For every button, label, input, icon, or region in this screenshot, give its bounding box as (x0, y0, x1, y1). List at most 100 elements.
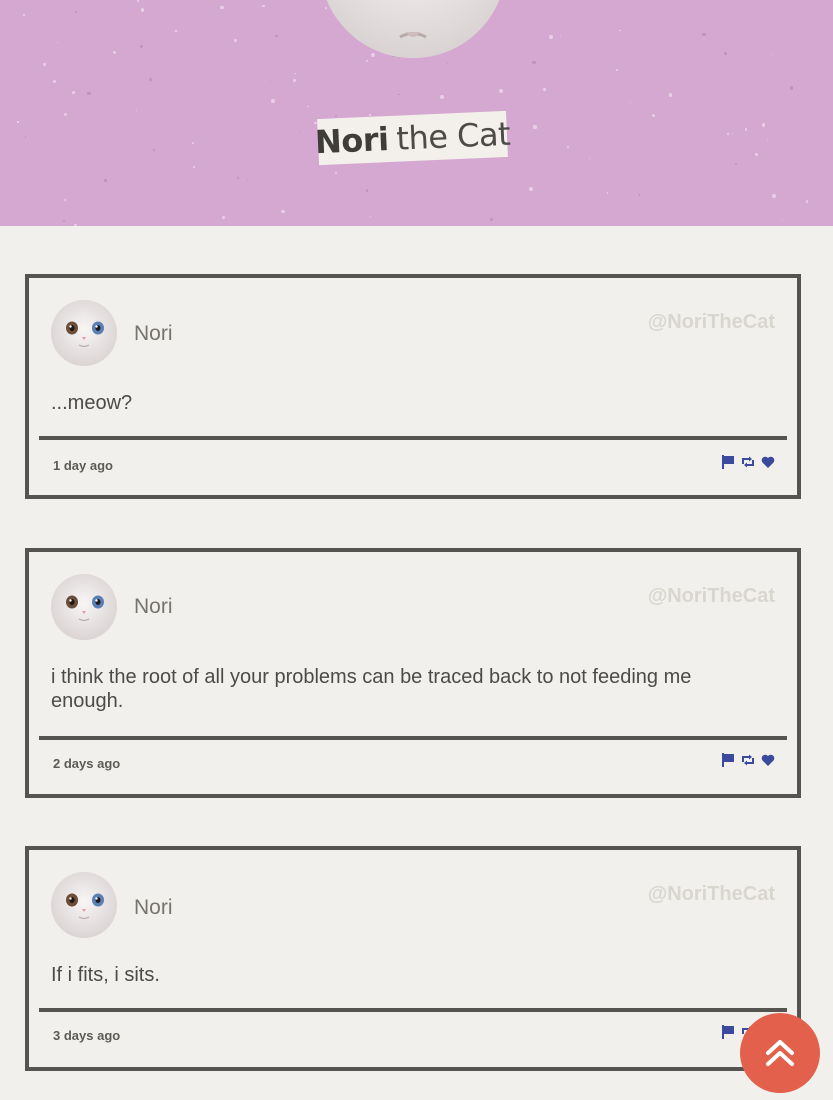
post-card: Nori @NoriTheCat ...meow? 1 day ago (25, 274, 801, 499)
texture-speck (75, 10, 78, 14)
texture-speck (334, 115, 337, 117)
texture-speck (762, 123, 766, 127)
post-timestamp: 3 days ago (53, 1028, 121, 1043)
profile-header: Nori the Cat (0, 0, 833, 226)
title-bold: Nori (314, 120, 390, 162)
texture-speck (17, 121, 19, 123)
texture-speck (153, 148, 156, 151)
texture-speck (782, 219, 784, 221)
texture-speck (499, 89, 503, 94)
texture-speck (246, 178, 249, 181)
texture-speck (398, 93, 400, 96)
texture-speck (43, 63, 46, 66)
texture-speck (789, 86, 794, 91)
texture-speck (191, 141, 194, 145)
texture-speck (365, 189, 369, 192)
texture-speck (293, 72, 296, 75)
post-author-handle[interactable]: @NoriTheCat (648, 311, 775, 334)
texture-speck (606, 192, 609, 194)
back-to-top-button[interactable] (740, 1013, 820, 1093)
texture-speck (135, 109, 138, 111)
texture-speck (629, 102, 631, 104)
post-actions (721, 753, 775, 767)
texture-speck (64, 199, 67, 202)
texture-speck (805, 200, 808, 203)
texture-speck (559, 35, 562, 38)
texture-speck (236, 176, 240, 179)
post-author-name[interactable]: Nori (134, 595, 173, 619)
post-author-handle[interactable]: @NoriTheCat (648, 585, 775, 608)
flag-icon[interactable] (721, 1025, 735, 1039)
texture-speck (307, 105, 309, 107)
post-text: i think the root of all your problems ca… (51, 666, 692, 712)
texture-speck (275, 34, 278, 38)
texture-speck (748, 149, 751, 151)
texture-speck (334, 171, 338, 175)
texture-speck (140, 8, 144, 12)
texture-speck (766, 139, 769, 142)
avatar[interactable] (51, 872, 117, 938)
texture-speck (281, 210, 285, 214)
texture-speck (532, 60, 536, 64)
texture-speck (744, 128, 748, 131)
texture-speck (668, 93, 673, 97)
flag-icon[interactable] (721, 753, 735, 767)
texture-speck (113, 50, 117, 54)
texture-speck (193, 165, 196, 168)
texture-speck (618, 29, 621, 32)
texture-speck (567, 146, 570, 149)
retweet-icon[interactable] (741, 753, 755, 767)
heart-icon[interactable] (761, 455, 775, 469)
post-divider (39, 1008, 787, 1012)
texture-speck (651, 113, 655, 117)
texture-speck (24, 135, 27, 138)
post-author-name[interactable]: Nori (134, 322, 173, 346)
texture-speck (270, 99, 275, 103)
retweet-icon[interactable] (741, 455, 755, 469)
cat-face-image (320, 0, 506, 58)
texture-speck (62, 219, 66, 223)
texture-speck (140, 45, 144, 49)
texture-speck (533, 125, 537, 129)
post-author-name[interactable]: Nori (134, 896, 173, 920)
texture-speck (447, 63, 449, 65)
texture-speck (529, 187, 534, 192)
texture-speck (175, 30, 177, 32)
texture-speck (732, 133, 734, 135)
texture-speck (543, 88, 547, 92)
texture-speck (74, 223, 77, 226)
avatar[interactable] (51, 574, 117, 640)
texture-speck (299, 132, 301, 134)
texture-speck (365, 59, 369, 63)
heart-icon[interactable] (761, 753, 775, 767)
texture-speck (370, 215, 372, 218)
post-divider (39, 736, 787, 740)
texture-speck (269, 80, 271, 82)
cat-avatar-image (51, 574, 117, 640)
texture-speck (22, 13, 25, 16)
texture-speck (771, 53, 773, 56)
texture-speck (548, 34, 553, 39)
texture-speck (63, 112, 67, 116)
post-text: ...meow? (51, 392, 133, 414)
post-actions (721, 455, 775, 469)
flag-icon[interactable] (721, 455, 735, 469)
texture-speck (262, 4, 265, 8)
texture-speck (292, 79, 297, 83)
avatar[interactable] (51, 300, 117, 366)
texture-speck (104, 179, 107, 182)
texture-speck (724, 51, 728, 55)
post-card: Nori @NoriTheCat i think the root of all… (25, 548, 801, 798)
texture-speck (71, 91, 75, 95)
texture-speck (148, 77, 153, 82)
texture-speck (137, 0, 139, 2)
texture-speck (371, 52, 376, 57)
texture-speck (53, 80, 56, 83)
cat-avatar-image (51, 300, 117, 366)
texture-speck (638, 193, 641, 196)
post-divider (39, 436, 787, 440)
texture-speck (702, 32, 706, 37)
post-author-handle[interactable]: @NoriTheCat (648, 883, 775, 906)
texture-speck (588, 157, 591, 160)
texture-speck (233, 38, 237, 42)
